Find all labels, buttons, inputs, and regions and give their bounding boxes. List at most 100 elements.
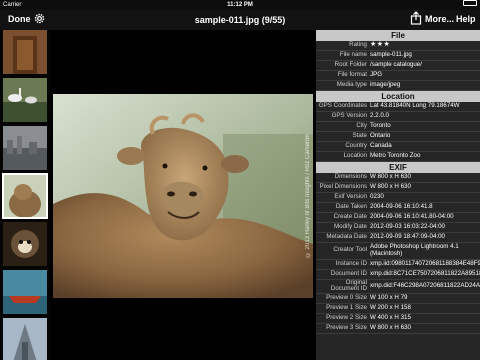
metadata-key: Document ID xyxy=(330,269,367,277)
section-header-file: File xyxy=(316,30,480,41)
metadata-key: Date Taken xyxy=(335,203,367,211)
section-header-location: Location xyxy=(316,91,480,102)
location-rows: GPS Coordinates Lat 43.81840N Long 79.186… xyxy=(316,102,480,162)
battery-icon xyxy=(463,0,477,6)
metadata-value: 2004-09-06 16:10:41.8 xyxy=(370,203,433,211)
metadata-row: GPS Version 2.2.0.0 xyxy=(316,112,480,122)
thumbnail-building[interactable] xyxy=(3,318,47,360)
metadata-row: Preview 0 Size W 100 x H 79 xyxy=(316,294,480,305)
metadata-key: Media type xyxy=(336,81,367,89)
battery-indicator xyxy=(463,0,477,6)
metadata-row: Preview 2 Size W 400 x H 315 xyxy=(316,314,480,325)
thumbnail-strip[interactable] xyxy=(0,30,50,360)
metadata-key: Preview 0 Size xyxy=(326,294,367,302)
exif-rows: Dimensions W 800 x H 630 Pixel Dimensions W… xyxy=(316,173,480,335)
metadata-value: W 100 x H 79 xyxy=(370,294,408,302)
metadata-key: Modify Date xyxy=(333,223,367,231)
metadata-value: xmp.did:F46C298A07206811822AD24A6251A6D4 xyxy=(370,281,480,289)
status-bar: Carrier 11:12 PM xyxy=(0,0,480,10)
metadata-value: W 400 x H 315 xyxy=(370,314,411,322)
metadata-row: Rating ★★★ xyxy=(316,41,480,51)
metadata-value: 0230 xyxy=(370,193,384,201)
metadata-row: Pixel Dimensions W 800 x H 630 xyxy=(316,183,480,193)
metadata-row: Creator Tool Adobe Photoshop Lightroom 4.… xyxy=(316,243,480,260)
metadata-key: File format xyxy=(337,71,367,79)
metadata-value: sample-011.jpg xyxy=(370,51,412,59)
metadata-value: 2004-09-06 16:10:41.80-04:00 xyxy=(370,213,454,221)
metadata-key: Preview 1 Size xyxy=(326,304,367,312)
thumbnail-swans[interactable] xyxy=(3,78,47,122)
metadata-row: Document ID xmp.did:8C71CE7507206811822A8… xyxy=(316,270,480,280)
metadata-value: Toronto xyxy=(370,122,391,130)
metadata-key: Creator Tool xyxy=(333,246,367,254)
metadata-key: GPS Coordinates xyxy=(318,102,367,110)
more-button[interactable]: More... xyxy=(425,14,454,24)
metadata-key: Dimensions xyxy=(334,173,367,181)
metadata-value: 2012-09-09 18:47:09-04:00 xyxy=(370,233,445,241)
metadata-value: 2.2.0.0 xyxy=(370,112,389,120)
metadata-value: W 800 x H 630 xyxy=(370,324,411,332)
metadata-key: GPS Version xyxy=(331,112,367,120)
metadata-row: Preview 1 Size W 200 x H 158 xyxy=(316,304,480,315)
metadata-key: Country xyxy=(345,142,367,150)
metadata-key: Location xyxy=(343,152,367,160)
thumbnail-door[interactable] xyxy=(3,30,47,74)
metadata-value: Adobe Photoshop Lightroom 4.1 (Macintosh… xyxy=(370,243,459,257)
clock: 11:12 PM xyxy=(227,2,253,8)
metadata-key: Pixel Dimensions xyxy=(319,183,367,191)
thumbnail-city[interactable] xyxy=(3,126,47,170)
metadata-value: /sample catalogue/ xyxy=(370,61,422,69)
metadata-row: Date Taken 2004-09-06 16:10:41.8 xyxy=(316,203,480,213)
metadata-row: File name sample-011.jpg xyxy=(316,51,480,61)
metadata-key: Rating xyxy=(349,41,367,49)
metadata-row: Media type image/jpeg xyxy=(316,81,480,91)
metadata-value: Canada xyxy=(370,142,392,150)
metadata-row: City Toronto xyxy=(316,122,480,132)
info-panel[interactable]: File Rating ★★★ File name sample-011.jpg Roo… xyxy=(316,30,480,360)
metadata-value: xmp.did:8C71CE7507206811822A895185FC8A0F xyxy=(370,269,480,277)
file-rows: Rating ★★★ File name sample-011.jpg Root Fol… xyxy=(316,41,480,91)
metadata-value: W 200 x H 158 xyxy=(370,304,411,312)
metadata-value: xmp.iid:098011740720681188384E48F96895D xyxy=(370,259,480,267)
thumbnail-boat[interactable] xyxy=(3,270,47,314)
metadata-row: Create Date 2004-09-06 16:10:41.80-04:00 xyxy=(316,213,480,223)
photo-viewer[interactable]: © 2013 Harley of Bits Insights / Roz Cam… xyxy=(50,30,316,360)
metadata-key: State xyxy=(352,132,367,140)
camel-photo[interactable]: © 2013 Harley of Bits Insights / Roz Cam… xyxy=(53,94,313,298)
help-button[interactable]: Help xyxy=(456,14,476,24)
copyright-watermark: © 2013 Harley of Bits Insights / Roz Cam… xyxy=(305,134,311,258)
metadata-row: Exif Version 0230 xyxy=(316,193,480,203)
thumbnail-camel[interactable] xyxy=(2,173,48,219)
metadata-row: Root Folder/sample catalogue/ xyxy=(316,61,480,71)
metadata-row: Original Document ID xmp.did:F46C298A0720… xyxy=(316,278,480,295)
metadata-row: File format JPG xyxy=(316,71,480,81)
metadata-value: Ontario xyxy=(370,132,391,140)
metadata-key: Root Folder xyxy=(334,61,367,69)
metadata-key: Preview 2 Size xyxy=(326,314,367,322)
metadata-key: Metadata Date xyxy=(326,233,367,241)
metadata-row: Location Metro Toronto Zoo xyxy=(316,152,480,162)
metadata-value: image/jpeg xyxy=(370,81,401,89)
metadata-row: Preview 3 Size W 800 x H 630 xyxy=(316,324,480,335)
metadata-key: Exif Version xyxy=(334,193,367,201)
metadata-row: Instance ID xmp.iid:098011740720681188384… xyxy=(316,260,480,270)
metadata-value: Lat 43.81840N Long 79.18674W xyxy=(370,102,460,110)
metadata-row: Modify Date 2012-09-03 16:03:22-04:00 xyxy=(316,223,480,233)
metadata-value: JPG xyxy=(370,71,383,79)
section-header-exif: EXIF xyxy=(316,162,480,173)
metadata-key: Preview 3 Size xyxy=(326,324,367,332)
share-icon[interactable] xyxy=(410,11,422,25)
metadata-row: Metadata Date 2012-09-09 18:47:09-04:00 xyxy=(316,233,480,243)
metadata-row: State Ontario xyxy=(316,132,480,142)
metadata-key: Instance ID xyxy=(335,259,367,267)
metadata-key: City xyxy=(356,122,367,130)
metadata-row: GPS Coordinates Lat 43.81840N Long 79.186… xyxy=(316,102,480,112)
metadata-row: Country Canada xyxy=(316,142,480,152)
metadata-key: Create Date xyxy=(333,213,367,221)
metadata-row: Dimensions W 800 x H 630 xyxy=(316,173,480,183)
metadata-value: W 800 x H 630 xyxy=(370,183,411,191)
metadata-key: Original Document ID xyxy=(330,278,367,293)
metadata-key: File name xyxy=(339,51,367,59)
metadata-value: W 800 x H 630 xyxy=(370,173,411,181)
thumbnail-monkey[interactable] xyxy=(3,222,47,266)
